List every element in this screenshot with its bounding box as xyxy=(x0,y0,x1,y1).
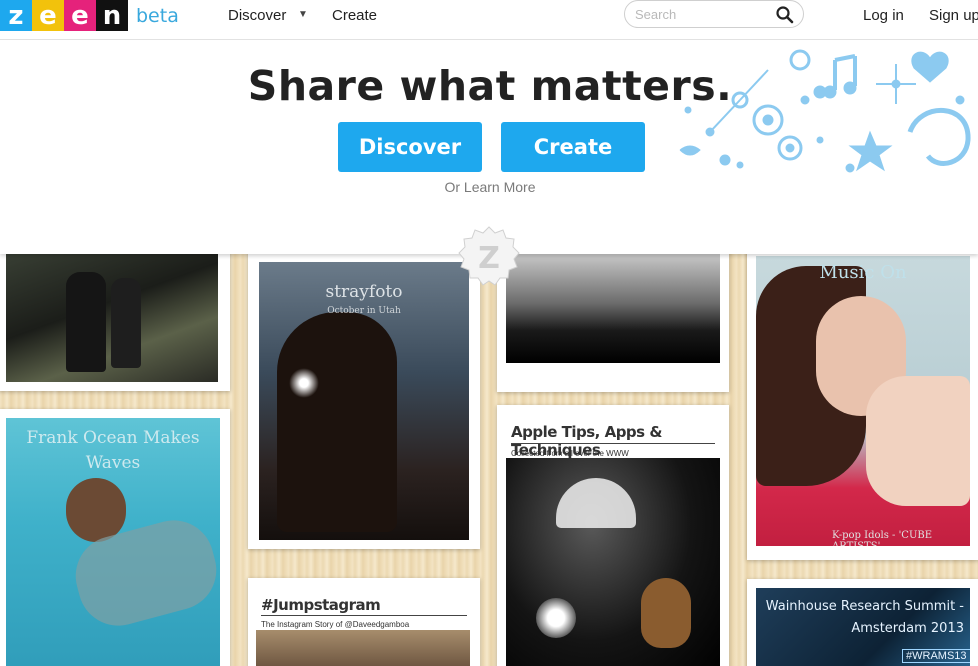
title-divider xyxy=(511,443,715,444)
jumpstagram-title: #Jumpstagram xyxy=(261,596,381,614)
hero-banner: Share what matters. Discover Create Or L… xyxy=(0,40,978,254)
svg-text:Z: Z xyxy=(478,241,500,276)
decorative-doodles-icon xyxy=(679,49,971,173)
wainhouse-tag: #WRAMS13 xyxy=(902,649,970,663)
zeen-card-bw[interactable] xyxy=(497,254,729,392)
zeen-card-corridor[interactable] xyxy=(0,254,230,391)
zeen-badge-icon: Z xyxy=(458,226,520,286)
discover-button[interactable]: Discover xyxy=(338,122,482,172)
dropdown-caret-icon[interactable]: ▼ xyxy=(298,9,308,20)
zeen-card-wainhouse[interactable]: Wainhouse Research Summit - Amsterdam 20… xyxy=(747,579,978,666)
arch-photo: strayfoto October in Utah xyxy=(259,262,469,540)
login-link[interactable]: Log in xyxy=(863,7,904,24)
search-icon[interactable] xyxy=(775,5,795,25)
logo-letter: e xyxy=(64,0,96,31)
top-navigation-bar: z e e n beta Discover ▼ Create Log in Si… xyxy=(0,0,978,40)
music-on-title: Music On xyxy=(819,262,907,283)
studio-photo xyxy=(506,458,720,666)
signup-link[interactable]: Sign up xyxy=(929,7,978,24)
music-caption: K-pop Idols - 'CUBE ARTISTS' xyxy=(832,530,933,546)
jumpstagram-subtitle: The Instagram Story of @Daveedgamboa xyxy=(261,620,410,629)
strayfoto-subtitle: October in Utah xyxy=(327,306,401,316)
zeen-card-apple-tips[interactable]: Apple Tips, Apps & Techniques Collected … xyxy=(497,405,729,666)
apple-card-subtitle: Collected from all over the WWW xyxy=(511,449,629,458)
bw-photo xyxy=(506,254,720,363)
zeen-card-jumpstagram[interactable]: #Jumpstagram The Instagram Story of @Dav… xyxy=(248,578,480,666)
strayfoto-title: strayfoto xyxy=(325,282,403,302)
corridor-photo xyxy=(6,254,218,382)
zeen-card-music-on[interactable]: Music On K-pop Idols - 'CUBE ARTISTS' xyxy=(747,254,978,560)
hero-headline: Share what matters. xyxy=(247,62,733,110)
frank-card-title: Frank Ocean Makes Waves xyxy=(26,428,200,473)
wainhouse-title: Wainhouse Research Summit - Amsterdam 20… xyxy=(765,599,964,636)
zeen-card-strayfoto[interactable]: strayfoto October in Utah xyxy=(248,254,480,549)
logo-letter: z xyxy=(0,0,32,31)
wainhouse-banner: Wainhouse Research Summit - Amsterdam 20… xyxy=(756,588,970,666)
nav-create-link[interactable]: Create xyxy=(332,7,377,24)
logo-letter: e xyxy=(32,0,64,31)
content-feed: Frank Ocean Makes Waves strayfoto Octobe… xyxy=(0,254,978,666)
search-input[interactable] xyxy=(635,5,775,23)
nav-discover-link[interactable]: Discover xyxy=(228,7,286,24)
zeen-card-frank-ocean[interactable]: Frank Ocean Makes Waves xyxy=(0,409,230,666)
create-button[interactable]: Create xyxy=(501,122,645,172)
zeen-logo[interactable]: z e e n xyxy=(0,0,128,31)
learn-more-link[interactable]: Or Learn More xyxy=(0,179,978,195)
kpop-photo: Music On K-pop Idols - 'CUBE ARTISTS' xyxy=(756,256,970,546)
title-divider xyxy=(261,615,467,616)
search-box xyxy=(624,0,804,28)
beta-label: beta xyxy=(136,5,179,27)
logo-letter: n xyxy=(96,0,128,31)
jumpstagram-photo xyxy=(256,630,470,666)
underwater-photo: Frank Ocean Makes Waves xyxy=(6,418,220,666)
